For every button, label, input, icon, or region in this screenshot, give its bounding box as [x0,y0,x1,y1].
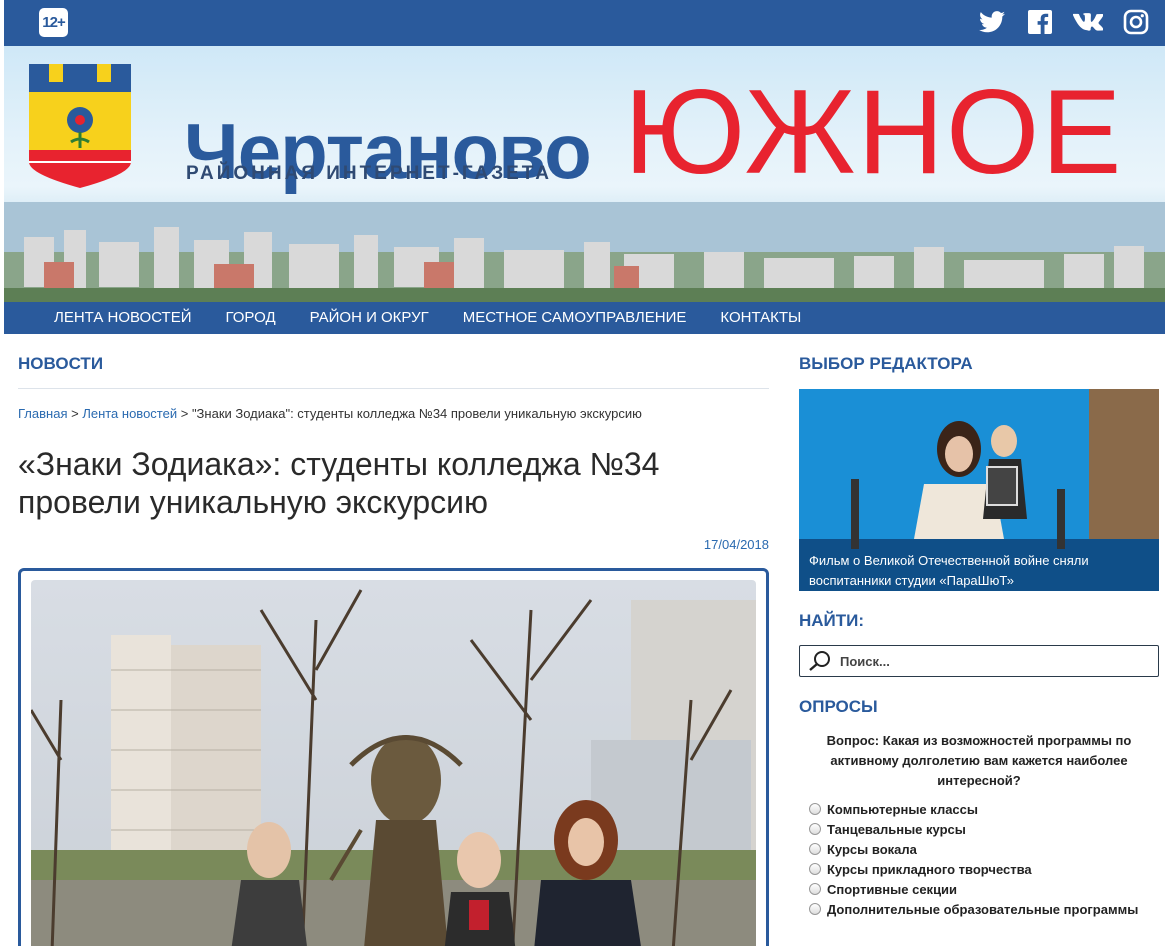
editor-choice-caption: Фильм о Великой Отечественной войне снял… [809,551,1089,591]
main-content: НОВОСТИ Главная > Лента новостей > "Знак… [18,334,769,946]
poll-question: Вопрос: Какая из возможностей программы … [826,733,1132,788]
breadcrumb-home-link[interactable]: Главная [18,406,67,421]
poll-option-label: Компьютерные классы [827,801,978,817]
poll-option[interactable]: Танцевальные курсы [809,819,1159,839]
breadcrumb-current: "Знаки Зодиака": студенты колледжа №34 п… [191,406,642,421]
article-photo[interactable] [29,580,756,946]
brand-accent-title: ЮЖНОЕ [624,65,1124,199]
radio-button[interactable] [809,803,821,815]
breadcrumb-separator: > [67,406,83,421]
nav-item-city[interactable]: ГОРОД [208,302,292,334]
poll-option-label: Курсы вокала [827,841,917,857]
nav-item-district[interactable]: РАЙОН И ОКРУГ [293,302,446,334]
editor-choice-card[interactable]: Фильм о Великой Отечественной войне снял… [799,389,1159,591]
radio-button[interactable] [809,843,821,855]
main-nav: ЛЕНТА НОВОСТЕЙ ГОРОД РАЙОН И ОКРУГ МЕСТН… [4,302,1165,334]
poll-option[interactable]: Курсы вокала [809,839,1159,859]
social-links [977,7,1151,37]
editor-choice-caption-line: воспитанники студии «ПараШюТ» [809,573,1014,588]
breadcrumb-separator: > [177,406,192,421]
nav-item-contacts[interactable]: КОНТАКТЫ [703,302,818,334]
poll-option-label: Дополнительные образовательные программы [827,901,1139,917]
district-crest-icon[interactable] [27,62,133,190]
poll-option[interactable]: Курсы прикладного творчества [809,859,1159,879]
poll-option[interactable]: Дополнительные образовательные программы [809,899,1159,919]
search-input[interactable] [840,653,1140,669]
breadcrumb: Главная > Лента новостей > "Знаки Зодиак… [18,406,769,421]
editor-choice-caption-line: Фильм о Великой Отечественной войне снял… [809,553,1089,568]
radio-button[interactable] [809,903,821,915]
article-photo-frame [18,568,769,946]
instagram-icon[interactable] [1121,7,1151,37]
poll-options: Компьютерные классы Танцевальные курсы К… [799,799,1159,919]
top-bar: 12+ [4,0,1165,46]
poll-option-label: Спортивные секции [827,881,958,897]
breadcrumb-feed-link[interactable]: Лента новостей [82,406,177,421]
nav-item-local-government[interactable]: МЕСТНОЕ САМОУПРАВЛЕНИЕ [446,302,704,334]
poll-option[interactable]: Спортивные секции [809,879,1159,899]
section-title: НОВОСТИ [18,354,769,389]
nav-item-news-feed[interactable]: ЛЕНТА НОВОСТЕЙ [37,302,208,334]
search-title: НАЙТИ: [799,611,865,630]
twitter-icon[interactable] [977,7,1007,37]
article-title: «Знаки Зодиака»: студенты колледжа №34 п… [18,446,660,520]
poll-option-label: Танцевальные курсы [827,821,966,837]
editor-choice-title: ВЫБОР РЕДАКТОРА [799,354,973,373]
facebook-icon[interactable] [1025,7,1055,37]
city-panorama-image [4,202,1165,302]
article-date: 17/04/2018 [703,537,769,552]
age-rating-badge: 12+ [39,8,68,37]
radio-button[interactable] [809,863,821,875]
header-banner: Чертаново РАЙОННАЯ ИНТЕРНЕТ-ГАЗЕТА ЮЖНОЕ [4,46,1165,302]
page: 12+ Чертаново РАЙОННАЯ ИНТЕРНЕТ-ГАЗЕТА Ю… [4,0,1165,334]
poll-option[interactable]: Компьютерные классы [809,799,1159,819]
radio-button[interactable] [809,883,821,895]
search-box[interactable] [799,645,1159,677]
poll-option-label: Курсы прикладного творчества [827,861,1032,877]
radio-button[interactable] [809,823,821,835]
brand-subtitle: РАЙОННАЯ ИНТЕРНЕТ-ГАЗЕТА [186,163,552,184]
search-icon[interactable] [808,650,832,672]
vk-icon[interactable] [1073,7,1103,37]
sidebar: ВЫБОР РЕДАКТОРА Фильм о Великой Отечеств… [799,334,1159,919]
polls-title: ОПРОСЫ [799,697,878,716]
